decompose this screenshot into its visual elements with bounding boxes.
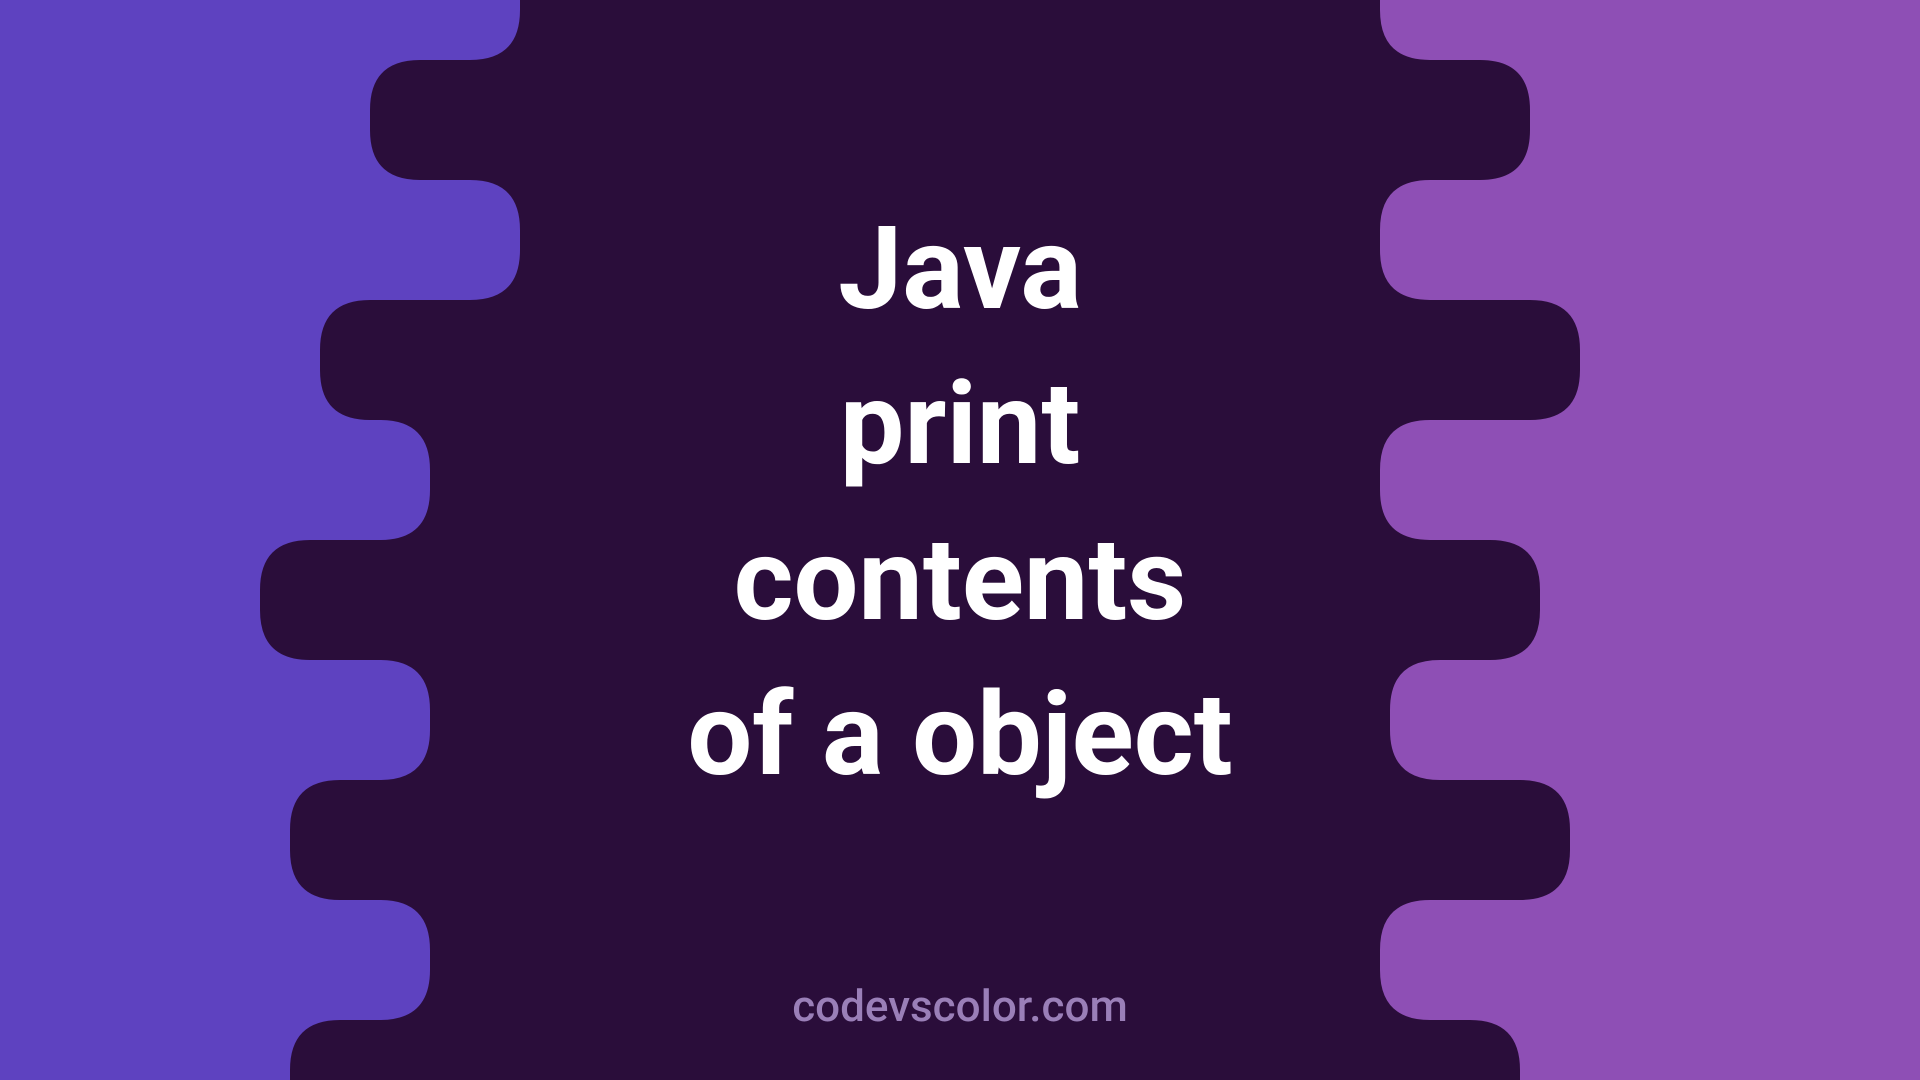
- title-text: Java print contents of a object: [687, 192, 1232, 813]
- main-content: Java print contents of a object: [687, 192, 1232, 813]
- watermark-text: codevscolor.com: [792, 980, 1128, 1032]
